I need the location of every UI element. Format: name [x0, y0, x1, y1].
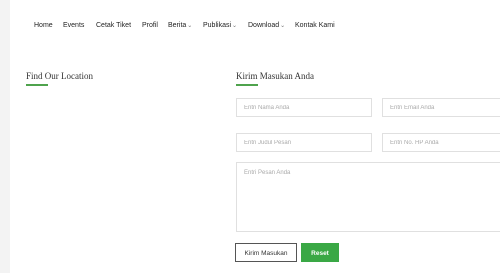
location-title: Find Our Location [26, 71, 93, 81]
message-field[interactable] [236, 162, 500, 232]
reset-button[interactable]: Reset [301, 243, 339, 262]
nav-download-label: Download [248, 22, 280, 29]
form-title-underline [236, 84, 258, 86]
nav-publikasi[interactable]: Publikasi⌄ [203, 21, 237, 31]
nav-events-label: Events [63, 22, 85, 29]
nav-berita-label: Berita [168, 22, 187, 29]
page: Home Events Cetak Tiket Profil Berita⌄ P… [10, 0, 500, 273]
submit-feedback-button[interactable]: Kirim Masukan [235, 243, 297, 262]
nav-kontak-kami[interactable]: Kontak Kami [295, 21, 335, 31]
form-title: Kirim Masukan Anda [236, 71, 314, 81]
chevron-down-icon: ⌄ [280, 23, 286, 29]
phone-field[interactable] [382, 133, 500, 152]
nav-cetak-tiket-label: Cetak Tiket [96, 22, 132, 29]
nav-home-label: Home [34, 22, 53, 29]
email-field[interactable] [382, 98, 500, 117]
nav-download[interactable]: Download⌄ [248, 21, 285, 31]
top-navigation: Home Events Cetak Tiket Profil Berita⌄ P… [10, 0, 500, 50]
location-title-underline [26, 84, 48, 86]
nav-profil[interactable]: Profil [142, 21, 158, 31]
nav-cetak-tiket[interactable]: Cetak Tiket [96, 21, 131, 31]
nav-kontak-kami-label: Kontak Kami [295, 22, 335, 29]
chevron-down-icon: ⌄ [187, 23, 193, 29]
nav-profil-label: Profil [142, 22, 158, 29]
nav-events[interactable]: Events [63, 21, 84, 31]
subject-field[interactable] [236, 133, 372, 152]
name-field[interactable] [236, 98, 372, 117]
nav-berita[interactable]: Berita⌄ [168, 21, 192, 31]
nav-home[interactable]: Home [34, 21, 53, 31]
chevron-down-icon: ⌄ [232, 23, 238, 29]
nav-publikasi-label: Publikasi [203, 22, 232, 29]
